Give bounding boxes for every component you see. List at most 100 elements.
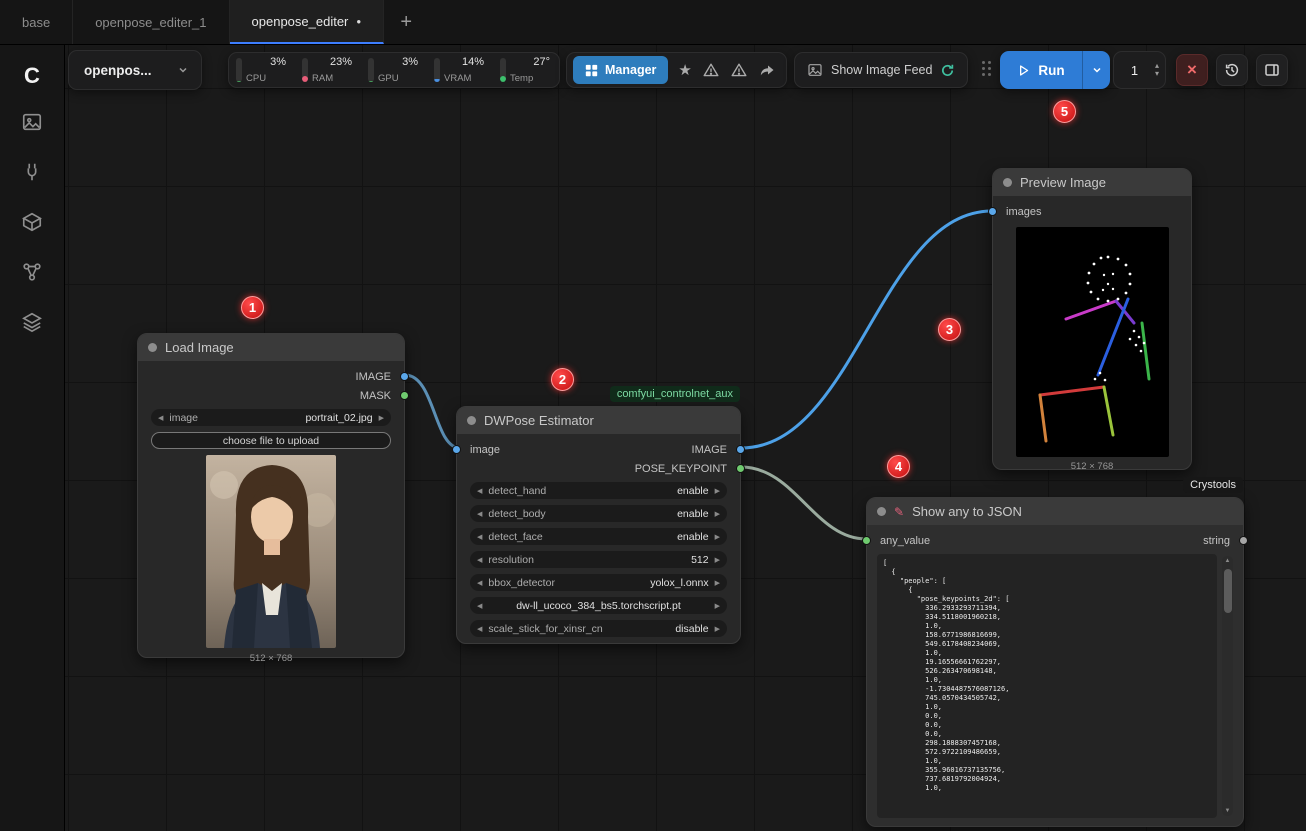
toolbar-drag-handle[interactable] [982, 61, 992, 77]
node-preview-header[interactable]: Preview Image [993, 169, 1191, 196]
node-load-image-header[interactable]: Load Image [138, 334, 404, 361]
output-port-mask[interactable] [400, 391, 409, 400]
node-title: DWPose Estimator [484, 413, 594, 428]
widget-name: bbox_detector [488, 577, 555, 589]
combo-right-arrow-icon[interactable]: ▶ [715, 510, 720, 518]
stepper-down-icon[interactable]: ▾ [1155, 70, 1159, 78]
vram-bar [434, 58, 440, 82]
monitor-vram: 14% VRAM [427, 53, 493, 87]
node-dwpose-header[interactable]: DWPose Estimator [457, 407, 740, 434]
detect-body-widget[interactable]: ◀ detect_body enable ▶ [470, 505, 727, 522]
sidebar-item-queue[interactable] [21, 311, 43, 333]
combo-right-arrow-icon[interactable]: ▶ [715, 625, 720, 633]
alert-triangle-icon-1[interactable] [702, 61, 720, 79]
detect-hand-widget[interactable]: ◀ detect_hand enable ▶ [470, 482, 727, 499]
show-image-feed-button[interactable]: Show Image Feed [794, 52, 968, 88]
combo-right-arrow-icon[interactable]: ▶ [715, 556, 720, 564]
node-show-json-header[interactable]: ✎ Show any to JSON [867, 498, 1243, 525]
alert-triangle-icon-2[interactable] [730, 61, 748, 79]
tab-base[interactable]: base [0, 0, 73, 44]
annotation-marker-4: 4 [887, 455, 910, 478]
history-button[interactable] [1216, 54, 1248, 86]
collapse-dot-icon[interactable] [148, 343, 157, 352]
combo-left-arrow-icon[interactable]: ◀ [477, 510, 482, 518]
collapse-dot-icon[interactable] [877, 507, 886, 516]
pose-estimator-model-widget[interactable]: ◀ dw-ll_ucoco_384_bs5.torchscript.pt ▶ [470, 597, 727, 614]
pen-icon: ✎ [894, 506, 904, 518]
node-preview-image[interactable]: Preview Image images [992, 168, 1192, 470]
monitor-gpu: 3% GPU [361, 53, 427, 87]
output-port-image[interactable] [400, 372, 409, 381]
node-show-any-to-json[interactable]: Crystools ✎ Show any to JSON any_value s… [866, 497, 1244, 827]
combo-left-arrow-icon[interactable]: ◀ [477, 602, 482, 610]
output-port-pose-keypoint[interactable] [736, 464, 745, 473]
combo-right-arrow-icon[interactable]: ▶ [715, 533, 720, 541]
favorites-star-icon[interactable]: ★ [678, 63, 691, 78]
cpu-bar [236, 58, 242, 82]
manager-button[interactable]: Manager [573, 56, 668, 84]
tab-openpose-editer[interactable]: openpose_editer ● [230, 0, 385, 44]
upload-button[interactable]: choose file to upload [151, 432, 391, 449]
combo-right-arrow-icon[interactable]: ▶ [379, 414, 384, 422]
json-scrollbar[interactable]: ▲ ▼ [1222, 556, 1233, 816]
run-button[interactable]: Run [1000, 51, 1082, 89]
detect-face-widget[interactable]: ◀ detect_face enable ▶ [470, 528, 727, 545]
new-tab-button[interactable]: + [384, 0, 428, 44]
scroll-up-icon[interactable]: ▲ [1222, 558, 1233, 564]
collapse-dot-icon[interactable] [467, 416, 476, 425]
output-port-string[interactable] [1239, 536, 1248, 545]
share-arrow-icon[interactable] [758, 61, 776, 79]
combo-left-arrow-icon[interactable]: ◀ [158, 414, 163, 422]
combo-right-arrow-icon[interactable]: ▶ [715, 487, 720, 495]
combo-left-arrow-icon[interactable]: ◀ [477, 579, 482, 587]
ram-bar [302, 58, 308, 82]
annotation-marker-2: 2 [551, 368, 574, 391]
run-options-dropdown[interactable] [1082, 51, 1110, 89]
widget-value: disable [603, 623, 709, 635]
image-combo-widget[interactable]: ◀ image portrait_02.jpg ▶ [151, 409, 391, 426]
workflow-name: openpos... [84, 63, 152, 78]
combo-left-arrow-icon[interactable]: ◀ [477, 556, 482, 564]
image-icon [21, 111, 43, 133]
collapse-dot-icon[interactable] [1003, 178, 1012, 187]
interrupt-button[interactable]: × [1176, 54, 1208, 86]
combo-right-arrow-icon[interactable]: ▶ [715, 579, 720, 587]
input-port-image[interactable] [452, 445, 461, 454]
input-port-any-value[interactable] [862, 536, 871, 545]
combo-left-arrow-icon[interactable]: ◀ [477, 533, 482, 541]
combo-right-arrow-icon[interactable]: ▶ [715, 602, 720, 610]
scrollbar-thumb[interactable] [1224, 569, 1232, 613]
widget-value: enable [546, 485, 708, 497]
combo-left-arrow-icon[interactable]: ◀ [477, 625, 482, 633]
comfyui-logo[interactable]: C [15, 59, 49, 93]
pose-preview-image [1016, 227, 1169, 457]
wire-pose-to-json [741, 467, 866, 539]
input-port-images[interactable] [988, 207, 997, 216]
scale-stick-widget[interactable]: ◀ scale_stick_for_xinsr_cn disable ▶ [470, 620, 727, 637]
output-port-image[interactable] [736, 445, 745, 454]
widget-name: scale_stick_for_xinsr_cn [488, 623, 602, 635]
bbox-detector-widget[interactable]: ◀ bbox_detector yolox_l.onnx ▶ [470, 574, 727, 591]
resolution-widget[interactable]: ◀ resolution 512 ▶ [470, 551, 727, 568]
vram-label: VRAM [444, 73, 471, 84]
node-dwpose-estimator[interactable]: comfyui_controlnet_aux DWPose Estimator … [456, 406, 741, 644]
unsaved-dot-icon: ● [356, 17, 361, 26]
output-label-mask: MASK [138, 386, 404, 405]
batch-count-input[interactable]: 1 ▴ ▾ [1113, 51, 1166, 89]
workflow-selector[interactable]: openpos... [68, 50, 202, 90]
sidebar-item-workflows[interactable] [21, 111, 43, 133]
node-canvas[interactable]: Load Image IMAGE MASK ◀ image portrait_0… [0, 0, 1306, 831]
tab-openpose-editer-1[interactable]: openpose_editer_1 [73, 0, 229, 44]
json-output-textarea[interactable]: [ { "people": [ { "pose_keypoints_2d": [… [877, 554, 1217, 818]
monitor-temp: 27° Temp [493, 53, 559, 87]
toggle-panel-button[interactable] [1256, 54, 1288, 86]
scroll-down-icon[interactable]: ▼ [1222, 808, 1233, 814]
combo-left-arrow-icon[interactable]: ◀ [477, 487, 482, 495]
sidebar-item-models[interactable] [21, 211, 43, 233]
manager-toolbar: Manager ★ [566, 52, 787, 88]
output-label-pose-keypoint: POSE_KEYPOINT [457, 459, 740, 478]
sidebar-item-node-library[interactable] [21, 261, 43, 283]
node-load-image[interactable]: Load Image IMAGE MASK ◀ image portrait_0… [137, 333, 405, 658]
sidebar-item-nodes[interactable] [21, 161, 43, 183]
warning-icon [731, 62, 747, 78]
